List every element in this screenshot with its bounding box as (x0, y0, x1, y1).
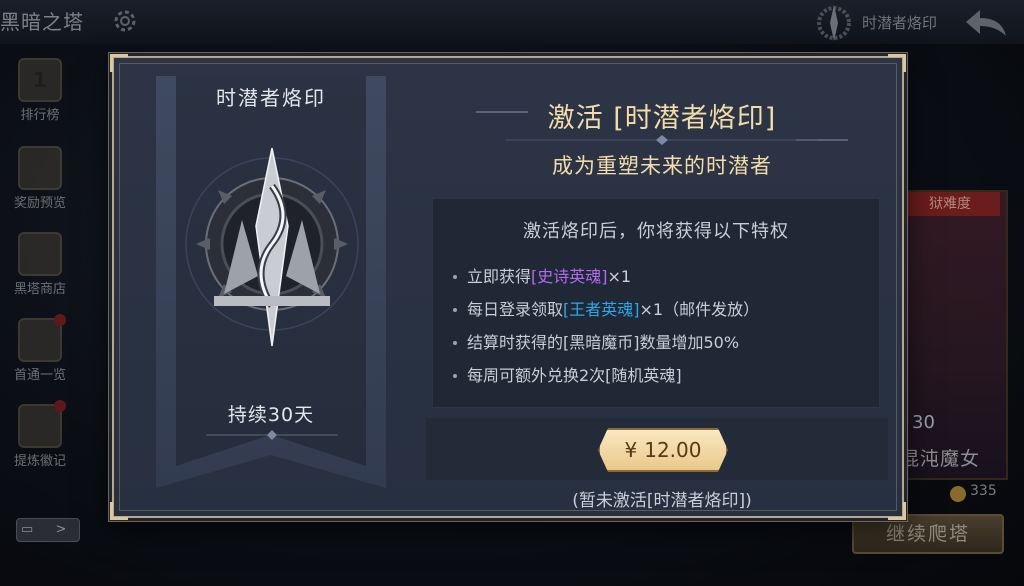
chat-bubble-icon: ▭ (21, 522, 34, 537)
privileges-panel: 激活烙印后，你将获得以下特权 立即获得[史诗英魂]×1 每日登录领取[王者英魂]… (432, 198, 880, 408)
epic-soul-highlight: [史诗英魂] (531, 267, 608, 286)
leaderboard-icon: 1 (18, 58, 62, 102)
modal-subtitle: 成为重塑未来的时潜者 (552, 154, 772, 178)
privilege-item: 每日登录领取[王者英魂]×1（邮件发放） (453, 298, 873, 331)
top-bar: 黑暗之塔 时潜者烙印 (0, 0, 1024, 44)
back-arrow-icon[interactable] (962, 6, 1010, 38)
privilege-text: 结算时获得的[黑暗魔币]数量增加50% (467, 333, 740, 352)
frame-corner (888, 54, 906, 72)
sidebar-item-label: 黑塔商店 (13, 282, 66, 297)
privilege-text: 立即获得 (467, 267, 532, 286)
hero-name: 混沌魔女 (900, 448, 981, 470)
privilege-text: 每日登录领取 (467, 300, 564, 319)
hero-card (896, 190, 1008, 480)
coin-icon (950, 486, 966, 502)
price-value: 12.00 (644, 438, 702, 462)
activation-status: (暂未激活[时潜者烙印]) (572, 491, 752, 511)
privilege-item: 每周可额外兑换2次[随机英魂] (453, 364, 873, 397)
privileges-list: 立即获得[史诗英魂]×1 每日登录领取[王者英魂]×1（邮件发放） 结算时获得的… (453, 265, 873, 397)
currency-symbol: ¥ (624, 438, 638, 462)
brand-label: 时潜者烙印 (862, 14, 938, 32)
notification-dot-icon (54, 314, 66, 326)
rank-badge: 1 (33, 68, 47, 92)
time-diver-emblem-icon (185, 147, 359, 347)
privilege-item: 立即获得[史诗英魂]×1 (453, 265, 873, 298)
sidebar-item-leaderboard[interactable]: 1 排行榜 (8, 58, 72, 123)
sidebar-item-first-clear[interactable]: 首通一览 (8, 314, 72, 383)
sidebar-item-label: 提炼徽记 (13, 454, 66, 469)
page-title: 黑暗之塔 (0, 10, 84, 34)
brand-emblem-icon (817, 5, 851, 41)
hero-level: 30 (912, 412, 935, 433)
king-soul-highlight: [王者英魂] (563, 300, 640, 319)
settings-gear-icon[interactable] (112, 8, 138, 34)
activation-modal: 时潜者烙印 持续30天 激活 [时潜者烙印] 成为重塑未来的时潜者 激活烙印后，… (110, 54, 906, 520)
banner-divider (206, 430, 338, 440)
refine-emblem-icon (18, 400, 66, 448)
difficulty-tag: 狱难度 (900, 192, 1000, 216)
purchase-price-button[interactable]: ¥ 12.00 (598, 428, 728, 472)
banner-title: 时潜者烙印 (216, 86, 326, 110)
frame-corner (110, 502, 128, 520)
sidebar-item-label: 排行榜 (20, 108, 60, 123)
first-clear-icon (18, 314, 66, 362)
notification-dot-icon (54, 400, 66, 412)
privilege-item: 结算时获得的[黑暗魔币]数量增加50% (453, 331, 873, 364)
modal-title: 激活 [时潜者烙印] (547, 103, 777, 134)
sidebar-item-label: 首通一览 (13, 368, 66, 383)
privilege-quantity: ×1 (607, 267, 632, 286)
treasure-chest-icon (18, 146, 62, 190)
privileges-heading: 激活烙印后，你将获得以下特权 (523, 221, 789, 242)
chat-expand-arrow: > (55, 522, 67, 537)
sidebar-item-reward-preview[interactable]: 奖励预览 (8, 146, 72, 211)
coin-count: 335 (970, 483, 997, 499)
chat-button[interactable]: ▭ > (16, 518, 80, 542)
sidebar-item-label: 奖励预览 (13, 196, 66, 211)
shop-chest-icon (18, 232, 62, 276)
privilege-text: 每周可额外兑换2次[随机英魂] (467, 366, 682, 385)
privilege-quantity: ×1（邮件发放） (639, 300, 760, 319)
sidebar-item-refine-emblem[interactable]: 提炼徽记 (8, 400, 72, 469)
continue-climb-button[interactable]: 继续爬塔 (852, 514, 1004, 554)
banner-duration: 持续30天 (227, 404, 315, 426)
frame-corner (110, 54, 128, 72)
sidebar-item-tower-shop[interactable]: 黑塔商店 (8, 232, 72, 297)
